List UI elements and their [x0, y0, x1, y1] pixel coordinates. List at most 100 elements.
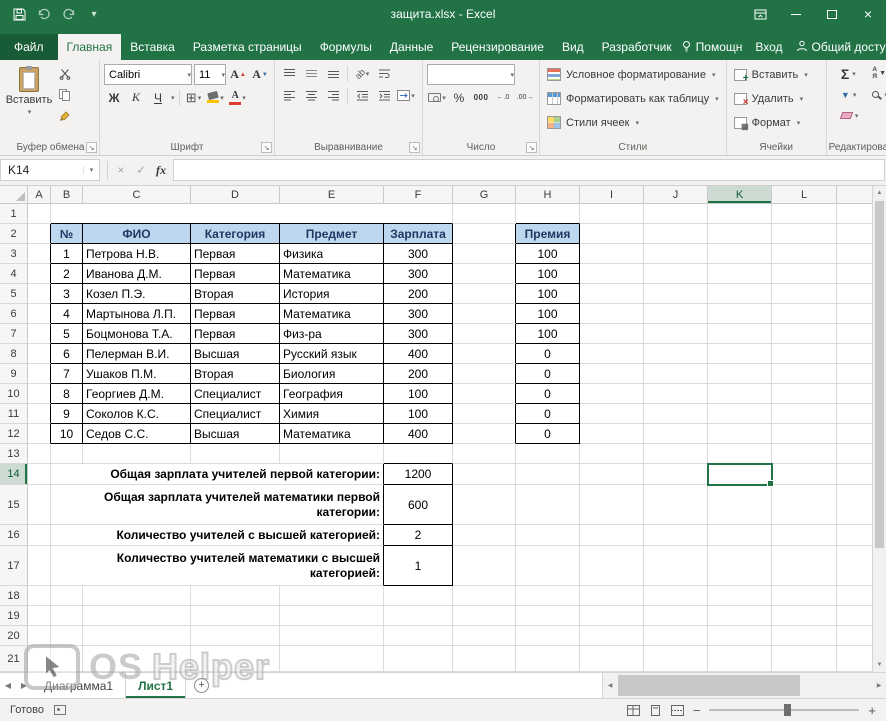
cell-F21[interactable]	[384, 646, 453, 672]
cell-E7[interactable]: Физ-ра	[280, 324, 384, 344]
cell-I7[interactable]	[580, 324, 644, 344]
cell-L12[interactable]	[772, 424, 837, 444]
cell-D3[interactable]: Первая	[191, 244, 280, 264]
cell-A2[interactable]	[28, 224, 51, 244]
cell-I4[interactable]	[580, 264, 644, 284]
cell-D8[interactable]: Высшая	[191, 344, 280, 364]
selected-cell-K14[interactable]	[707, 463, 773, 486]
row-header-1[interactable]: 1	[0, 204, 28, 224]
cell-G10[interactable]	[453, 384, 516, 404]
cell-A8[interactable]	[28, 344, 51, 364]
wrap-text-button[interactable]	[374, 64, 394, 83]
save-icon[interactable]	[10, 5, 28, 23]
cell-H20[interactable]	[516, 626, 580, 646]
cell-L5[interactable]	[772, 284, 837, 304]
enter-formula-icon[interactable]: ✓	[131, 160, 151, 180]
cell-I19[interactable]	[580, 606, 644, 626]
cell-F3[interactable]: 300	[384, 244, 453, 264]
cell-A6[interactable]	[28, 304, 51, 324]
zoom-slider[interactable]	[709, 709, 859, 711]
cell-B9[interactable]: 7	[51, 364, 83, 384]
vertical-scrollbar[interactable]: ▲ ▼	[872, 186, 886, 672]
cell-J5[interactable]	[644, 284, 708, 304]
decrease-indent-button[interactable]	[352, 86, 372, 105]
cell-K12[interactable]	[708, 424, 772, 444]
cell-K15[interactable]	[708, 485, 772, 525]
cell-B8[interactable]: 6	[51, 344, 83, 364]
cell-G5[interactable]	[453, 284, 516, 304]
column-header-A[interactable]: A	[28, 186, 51, 203]
row-header-14[interactable]: 14	[0, 464, 28, 485]
cell-E6[interactable]: Математика	[280, 304, 384, 324]
scroll-right-icon[interactable]: ▶	[872, 673, 886, 698]
cell-F10[interactable]: 100	[384, 384, 453, 404]
column-header-K[interactable]: K	[708, 186, 772, 203]
cell-B4[interactable]: 2	[51, 264, 83, 284]
cell-C9[interactable]: Ушаков П.М.	[83, 364, 191, 384]
cell-H2[interactable]: Премия	[516, 224, 580, 244]
tell-me-helper[interactable]: Помощн	[681, 40, 743, 55]
share-button[interactable]: Общий доступ	[796, 40, 886, 55]
zoom-in-button[interactable]: +	[868, 703, 876, 718]
cell-I21[interactable]	[580, 646, 644, 672]
cell-G4[interactable]	[453, 264, 516, 284]
row-header-17[interactable]: 17	[0, 546, 28, 586]
cell-H19[interactable]	[516, 606, 580, 626]
cell-A5[interactable]	[28, 284, 51, 304]
cell-E8[interactable]: Русский язык	[280, 344, 384, 364]
cell-K11[interactable]	[708, 404, 772, 424]
cell-C6[interactable]: Мартынова Л.П.	[83, 304, 191, 324]
row-header-19[interactable]: 19	[0, 606, 28, 626]
close-button[interactable]: ×	[850, 0, 886, 28]
row-header-6[interactable]: 6	[0, 304, 28, 324]
cell-B18[interactable]	[51, 586, 83, 606]
cell-J17[interactable]	[644, 546, 708, 586]
row-header-16[interactable]: 16	[0, 525, 28, 546]
cell-F8[interactable]: 400	[384, 344, 453, 364]
conditional-formatting-button[interactable]: Условное форматирование ▾	[544, 64, 722, 85]
cell-K18[interactable]	[708, 586, 772, 606]
cell-F6[interactable]: 300	[384, 304, 453, 324]
cell-L7[interactable]	[772, 324, 837, 344]
format-cells-button[interactable]: ▦ Формат ▾	[731, 112, 822, 133]
macro-record-button[interactable]	[54, 705, 66, 715]
cell-L1[interactable]	[772, 204, 837, 224]
cell-K7[interactable]	[708, 324, 772, 344]
delete-cells-button[interactable]: × Удалить ▾	[731, 88, 822, 109]
percent-style-button[interactable]: %	[449, 88, 469, 107]
sheet-nav-right-icon[interactable]: ▶	[16, 673, 32, 698]
cell-E3[interactable]: Физика	[280, 244, 384, 264]
cell-H12[interactable]: 0	[516, 424, 580, 444]
cell-B21[interactable]	[51, 646, 83, 672]
sheet-tab-diagramma1[interactable]: Диаграмма1	[32, 673, 126, 698]
cell-L3[interactable]	[772, 244, 837, 264]
row-header-5[interactable]: 5	[0, 284, 28, 304]
cell-F18[interactable]	[384, 586, 453, 606]
cell-J6[interactable]	[644, 304, 708, 324]
cell-G3[interactable]	[453, 244, 516, 264]
cell-C13[interactable]	[83, 444, 191, 464]
cell-J21[interactable]	[644, 646, 708, 672]
cell-A16[interactable]	[28, 525, 51, 546]
fill-button[interactable]: ▼▾	[839, 85, 861, 104]
copy-button[interactable]	[55, 85, 75, 104]
ribbon-tab-2[interactable]: Разметка страницы	[184, 34, 311, 60]
cell-K5[interactable]	[708, 284, 772, 304]
row-header-15[interactable]: 15	[0, 485, 28, 525]
cell-B17[interactable]: Количество учителей математики с высшей …	[51, 546, 384, 586]
number-format-combo[interactable]: ▾	[427, 64, 515, 85]
maximize-button[interactable]	[814, 0, 850, 28]
cell-G6[interactable]	[453, 304, 516, 324]
cell-F11[interactable]: 100	[384, 404, 453, 424]
cell-C8[interactable]: Пелерман В.И.	[83, 344, 191, 364]
cell-C7[interactable]: Боцмонова Т.А.	[83, 324, 191, 344]
cell-L16[interactable]	[772, 525, 837, 546]
cell-F4[interactable]: 300	[384, 264, 453, 284]
cell-H16[interactable]	[516, 525, 580, 546]
increase-decimal-button[interactable]: ←.0	[493, 88, 513, 107]
column-header-J[interactable]: J	[644, 186, 708, 203]
cell-K1[interactable]	[708, 204, 772, 224]
insert-cells-button[interactable]: + Вставить ▾	[731, 64, 822, 85]
cell-C19[interactable]	[83, 606, 191, 626]
cell-J19[interactable]	[644, 606, 708, 626]
